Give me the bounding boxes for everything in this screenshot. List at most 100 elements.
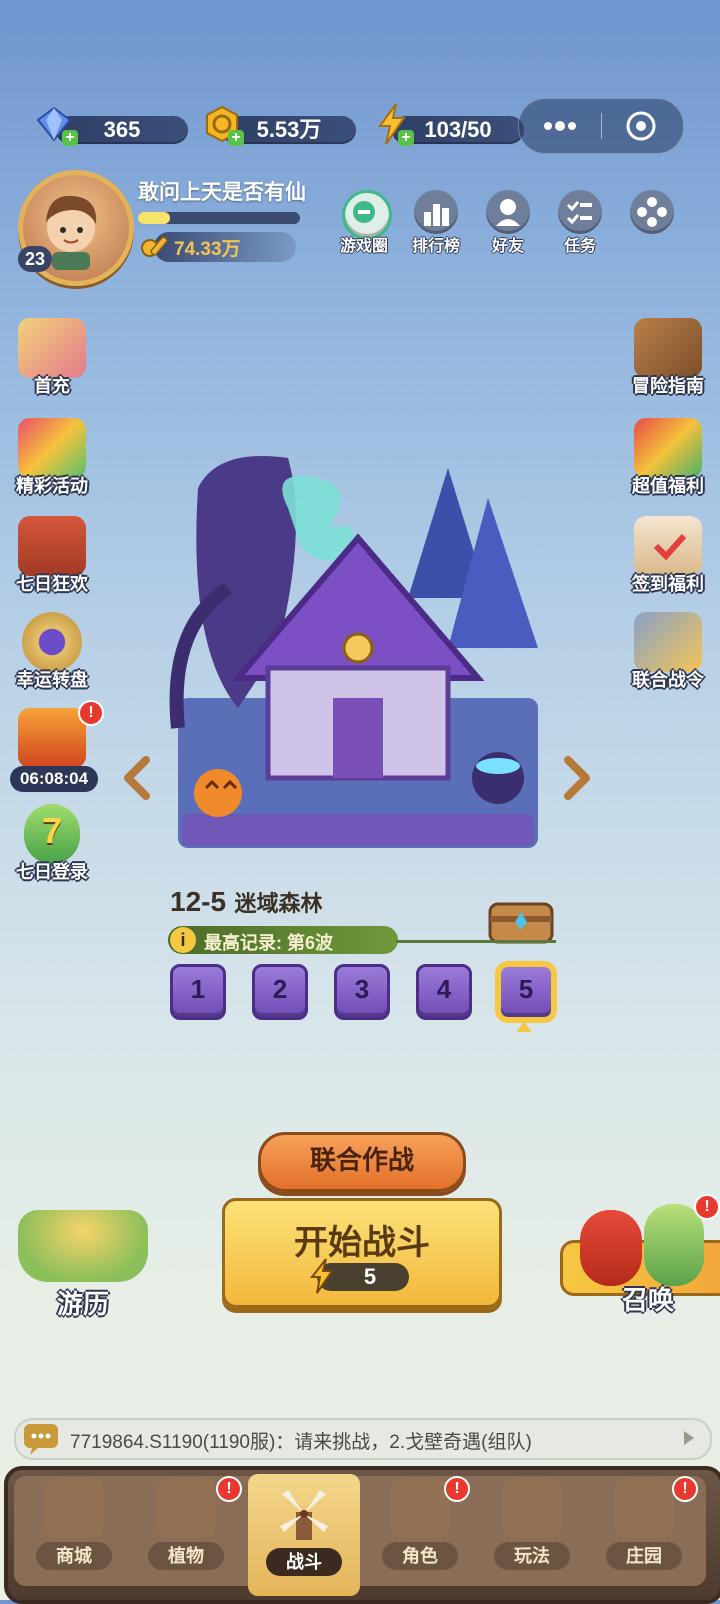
treasure-chest-icon [18,1210,148,1282]
joint-battle-button[interactable]: 联合作战 [258,1132,466,1192]
reward-cards-icon [634,418,702,478]
tab-label: 战斗 [266,1548,342,1576]
ranking-button[interactable]: 排行榜 [408,190,464,262]
tab-battle[interactable]: 战斗 [248,1474,360,1596]
coin-count: 5.53万 [256,117,322,142]
tab-plants[interactable]: ! 植物 [136,1468,242,1588]
player-power: 74.33万 [174,239,241,260]
timed-gift-button[interactable]: ! 06:08:04 [6,700,104,794]
add-gem-button[interactable]: + [62,130,78,146]
player-level: 23 [18,246,52,272]
tab-label: 商城 [36,1542,112,1570]
more-dots-icon[interactable] [537,117,583,135]
level-button-2[interactable]: 2 [252,964,308,1020]
game-circle-button[interactable]: 游戏圈 [336,190,392,262]
target-circle-icon[interactable] [625,110,657,142]
progress-line [396,940,556,943]
stage-illustration[interactable] [158,448,558,868]
start-battle-label: 开始战斗 [294,1224,430,1262]
side-label: 超值福利 [632,476,704,496]
mini-program-capsule [518,98,684,154]
key-icon [138,228,172,262]
tab-label: 植物 [148,1542,224,1570]
info-icon: i [170,927,196,953]
events-icon [18,418,86,478]
checkin-benefits-button[interactable]: 签到福利 [622,510,714,602]
alert-badge: ! [672,1476,698,1502]
record-text: 最高记录: 第6波 [204,933,334,953]
side-label: 精彩活动 [16,476,88,496]
next-stage-arrow[interactable] [562,756,592,800]
start-battle-button[interactable]: 开始战斗 5 [222,1198,502,1308]
exp-bar-fill [138,212,171,224]
alert-badge: ! [694,1194,720,1220]
seven-day-login-button[interactable]: 7 七日登录 [6,798,98,890]
energy-count: 103/50 [424,117,492,142]
add-coin-button[interactable]: + [228,130,244,146]
stage-title: 12-5 迷域森林 [170,886,323,918]
energy-cost: 5 [363,1264,377,1289]
add-energy-button[interactable]: + [398,130,414,146]
level-button-5[interactable]: 5 [498,964,554,1020]
pass-ticket-icon [634,612,702,672]
side-label: 签到福利 [632,574,704,594]
seven-day-carnival-button[interactable]: 七日狂欢 [6,510,98,602]
top-icon-label: 任务 [563,238,596,255]
selected-level-marker [516,1022,532,1032]
task-button[interactable]: 任务 [552,190,608,262]
side-label: 联合战令 [632,670,704,690]
settings-icon [630,190,674,234]
prev-stage-arrow[interactable] [122,756,152,800]
tab-gameplay[interactable]: 玩法 [482,1468,582,1588]
joint-battle-label: 联合作战 [309,1145,414,1175]
tab-shop[interactable]: 商城 [24,1468,124,1588]
tab-character[interactable]: ! 角色 [370,1468,470,1588]
tab-label: 角色 [382,1542,458,1570]
book-icon [634,318,702,378]
top-icon-label: 好友 [491,238,524,255]
ranking-icon [414,190,458,234]
calendar-check-icon [634,516,702,576]
first-recharge-button[interactable]: 首充 [6,312,98,404]
first-recharge-icon [18,318,86,378]
exp-bar [138,212,300,224]
lucky-wheel-button[interactable]: 幸运转盘 [6,606,98,698]
settings-button[interactable] [624,190,680,262]
value-benefits-button[interactable]: 超值福利 [622,412,714,504]
alert-badge: ! [216,1476,242,1502]
summon-button[interactable]: ! 召唤 [558,1194,720,1320]
level-button-1[interactable]: 1 [170,964,226,1020]
chat-message: 7719864.S1190(1190服)：请来挑战，2.戈壁奇遇(组队) [70,1432,532,1453]
shop-icon [44,1478,104,1538]
character-icon [390,1478,450,1538]
plant-icon [156,1478,216,1538]
player-name: 敢问上天是否有仙 [138,181,306,204]
alert-badge: ! [444,1476,470,1502]
manor-icon [614,1478,674,1538]
chat-bubble-icon [22,1422,62,1456]
tab-label: 玩法 [494,1542,570,1570]
travel-label: 游历 [56,1289,109,1319]
gift-box-icon [18,708,86,768]
chat-expand-icon[interactable] [684,1431,694,1445]
alert-badge: ! [78,700,104,726]
wheel-icon [22,612,82,672]
alliance-pass-button[interactable]: 联合战令 [622,606,714,698]
gem-count: 365 [103,117,141,142]
friends-button[interactable]: 好友 [480,190,536,262]
travel-button[interactable]: 游历 [8,1204,158,1320]
tab-label: 庄园 [606,1542,682,1570]
events-button[interactable]: 精彩活动 [6,412,98,504]
top-icon-label: 游戏圈 [339,238,388,255]
summon-label: 召唤 [621,1285,674,1315]
level-button-4[interactable]: 4 [416,964,472,1020]
side-label: 冒险指南 [632,376,704,396]
stage-chest-icon[interactable] [486,894,556,946]
adventure-guide-button[interactable]: 冒险指南 [622,312,714,404]
tab-manor[interactable]: ! 庄园 [594,1468,698,1588]
chat-bar[interactable]: 7719864.S1190(1190服)：请来挑战，2.戈壁奇遇(组队) [14,1418,712,1460]
stage-code: 12-5 [170,886,227,917]
task-icon [558,190,602,234]
level-button-3[interactable]: 3 [334,964,390,1020]
countdown-timer: 06:08:04 [10,766,98,792]
